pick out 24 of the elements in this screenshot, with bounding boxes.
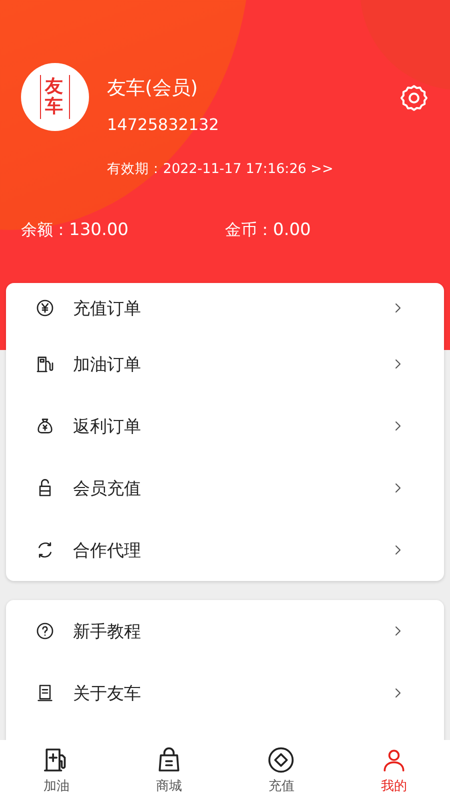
- phone-number: 14725832132: [107, 115, 220, 134]
- document-icon: [35, 683, 55, 703]
- logo-text: 友车: [40, 75, 70, 119]
- menu-item[interactable]: 加油订单: [6, 333, 444, 395]
- help-icon: [35, 621, 55, 641]
- fuel-pump-icon: [35, 354, 55, 374]
- tab[interactable]: 我的: [338, 740, 450, 800]
- settings-icon: [399, 83, 429, 113]
- menu-item[interactable]: 会员充值: [6, 457, 444, 519]
- diamond-coin-icon: [267, 746, 296, 774]
- menu-item[interactable]: 合作代理: [6, 519, 444, 581]
- validity-link[interactable]: 有效期：2022-11-17 17:16:26 >>: [107, 160, 429, 178]
- menu-item[interactable]: 关于友车: [6, 662, 444, 724]
- yuan-icon: [35, 298, 55, 318]
- balance-text: 余额：130.00: [21, 220, 130, 241]
- tab[interactable]: 商城: [112, 740, 225, 800]
- tab[interactable]: 加油: [0, 740, 112, 800]
- money-bag-icon: [35, 416, 55, 436]
- menu-item[interactable]: 返利订单: [6, 395, 444, 457]
- menu-item[interactable]: 充值订单: [6, 283, 444, 333]
- menu-item[interactable]: 新手教程: [6, 600, 444, 662]
- balance-text: 金币：0.00: [225, 220, 312, 241]
- user-name: 友车(会员): [107, 76, 199, 101]
- tab[interactable]: 充值: [225, 740, 338, 800]
